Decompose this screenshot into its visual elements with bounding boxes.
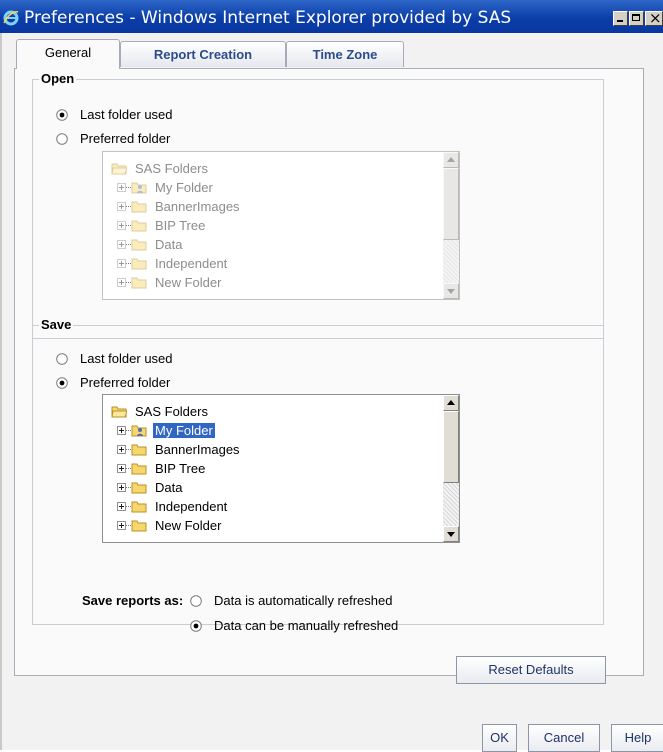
tree-item[interactable]: Data xyxy=(103,236,443,255)
tree-item[interactable]: Independent xyxy=(103,255,443,274)
expand-icon[interactable] xyxy=(117,240,126,249)
minimize-icon[interactable] xyxy=(613,11,628,26)
close-icon[interactable] xyxy=(645,9,663,27)
tree-root-label: SAS Folders xyxy=(135,161,208,176)
tree-item-label: BIP Tree xyxy=(155,461,206,476)
save-reports-as-label: Save reports as: xyxy=(82,593,184,608)
open-folder-tree[interactable]: SAS Folders My Folder BannerImages BIP T… xyxy=(102,151,460,300)
expand-icon[interactable] xyxy=(117,445,126,454)
save-folder-tree[interactable]: SAS Folders My Folder BannerImages BIP T… xyxy=(102,394,460,543)
help-button[interactable]: Help xyxy=(611,724,663,752)
cancel-button[interactable]: Cancel xyxy=(528,724,600,752)
folder-icon xyxy=(131,444,147,456)
tree-item[interactable]: BannerImages xyxy=(103,198,443,217)
tree-item[interactable]: Independent xyxy=(103,498,443,517)
expand-icon[interactable] xyxy=(117,483,126,492)
scroll-down-icon[interactable] xyxy=(443,526,459,542)
tree-item[interactable]: New Folder xyxy=(103,517,443,536)
folder-icon xyxy=(131,277,147,289)
tree-item[interactable]: New Folder xyxy=(103,274,443,293)
tree-item-label: New Folder xyxy=(155,518,222,533)
tree-root-label: SAS Folders xyxy=(135,404,208,419)
open-legend: Open xyxy=(39,71,77,86)
expand-icon[interactable] xyxy=(117,202,126,211)
manual-refresh-label: Data can be manually refreshed xyxy=(214,618,399,633)
tree-item-label: Data xyxy=(155,480,183,495)
tab-time-zone[interactable]: Time Zone xyxy=(286,41,404,67)
tree-item-label: Independent xyxy=(155,256,228,271)
expand-icon[interactable] xyxy=(117,502,126,511)
folder-icon xyxy=(131,258,147,270)
expand-icon[interactable] xyxy=(117,426,126,435)
manual-refresh-radio[interactable] xyxy=(190,620,202,632)
reset-defaults-button[interactable]: Reset Defaults xyxy=(456,656,606,684)
open-folder-icon xyxy=(111,406,127,418)
folder-icon xyxy=(131,463,147,475)
tab-time-zone-label: Time Zone xyxy=(312,47,378,62)
tab-report-creation-label: Report Creation xyxy=(153,47,253,62)
ie-icon xyxy=(3,10,19,26)
tree-item-selected[interactable]: My Folder xyxy=(103,422,443,441)
expand-icon[interactable] xyxy=(117,259,126,268)
expand-icon[interactable] xyxy=(117,464,126,473)
window-title: Preferences - Windows Internet Explorer … xyxy=(24,8,512,28)
open-tree-scrollbar[interactable] xyxy=(443,152,459,299)
tree-root[interactable]: SAS Folders xyxy=(103,403,443,422)
open-preferred-folder-radio[interactable] xyxy=(56,133,68,145)
expand-icon[interactable] xyxy=(117,278,126,287)
folder-icon xyxy=(131,501,147,513)
tree-item-label: BIP Tree xyxy=(155,218,206,233)
user-folder-icon xyxy=(131,182,147,194)
tree-item[interactable]: BIP Tree xyxy=(103,460,443,479)
tab-general-label: General xyxy=(44,45,92,60)
auto-refresh-label: Data is automatically refreshed xyxy=(214,593,393,608)
tree-item-label: Independent xyxy=(155,499,228,514)
tab-general[interactable]: General xyxy=(16,39,120,69)
window-titlebar[interactable]: Preferences - Windows Internet Explorer … xyxy=(0,0,663,33)
save-preferred-folder-radio[interactable] xyxy=(56,377,68,389)
open-preferred-folder-label: Preferred folder xyxy=(80,131,171,146)
tree-item[interactable]: BannerImages xyxy=(103,441,443,460)
tree-item-label: BannerImages xyxy=(155,199,240,214)
folder-icon xyxy=(131,239,147,251)
open-last-folder-label: Last folder used xyxy=(80,107,173,122)
folder-icon xyxy=(131,482,147,494)
open-last-folder-radio[interactable] xyxy=(56,109,68,121)
folder-icon xyxy=(131,220,147,232)
expand-icon[interactable] xyxy=(117,183,126,192)
tree-item-label: My Folder xyxy=(153,423,215,438)
tree-item[interactable]: BIP Tree xyxy=(103,217,443,236)
expand-icon[interactable] xyxy=(117,221,126,230)
save-last-folder-radio[interactable] xyxy=(56,353,68,365)
tree-root[interactable]: SAS Folders xyxy=(103,160,443,179)
maximize-icon[interactable] xyxy=(629,11,644,26)
tree-item[interactable]: My Folder xyxy=(103,179,443,198)
user-folder-icon xyxy=(131,425,147,437)
scroll-thumb[interactable] xyxy=(443,168,459,240)
tab-report-creation[interactable]: Report Creation xyxy=(120,41,286,67)
save-preferred-folder-label: Preferred folder xyxy=(80,375,171,390)
scroll-up-icon[interactable] xyxy=(443,152,459,168)
dialog-content: General Report Creation Time Zone Open L… xyxy=(0,33,663,752)
expand-icon[interactable] xyxy=(117,521,126,530)
save-tree-scrollbar[interactable] xyxy=(443,395,459,542)
auto-refresh-radio[interactable] xyxy=(190,595,202,607)
tree-item-label: My Folder xyxy=(155,180,213,195)
folder-icon xyxy=(131,201,147,213)
scroll-down-icon[interactable] xyxy=(443,283,459,299)
tree-item-label: Data xyxy=(155,237,183,252)
scroll-up-icon[interactable] xyxy=(443,395,459,411)
tree-item-label: BannerImages xyxy=(155,442,240,457)
save-last-folder-label: Last folder used xyxy=(80,351,173,366)
folder-icon xyxy=(131,520,147,532)
open-folder-icon xyxy=(111,163,127,175)
tree-item-label: New Folder xyxy=(155,275,222,290)
ok-button[interactable]: OK xyxy=(482,724,517,752)
scroll-thumb[interactable] xyxy=(443,411,459,483)
save-legend: Save xyxy=(39,317,74,332)
tree-item[interactable]: Data xyxy=(103,479,443,498)
